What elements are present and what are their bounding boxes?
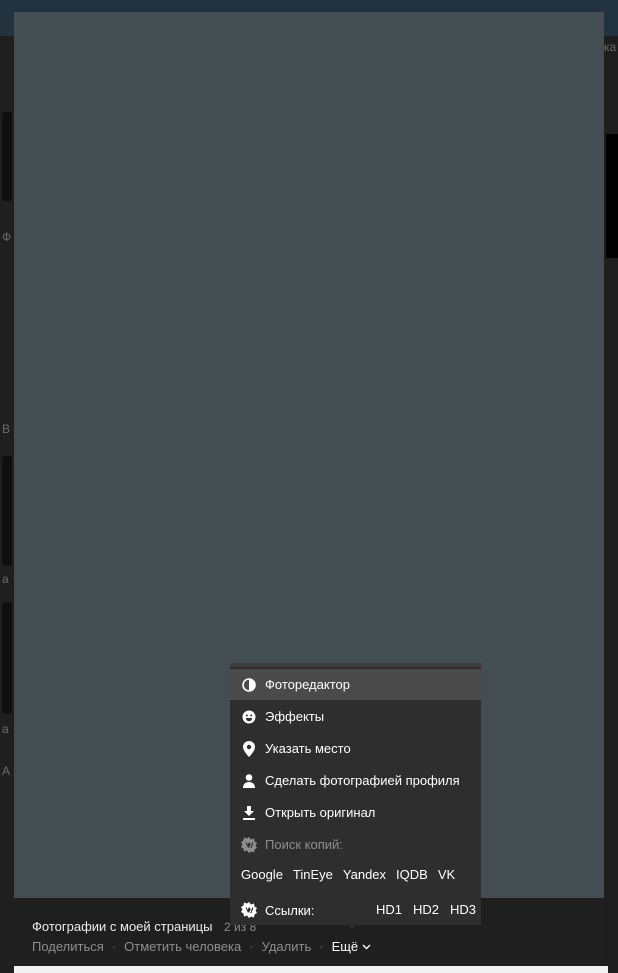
background-thumbnail [2,456,12,566]
share-link[interactable]: Поделиться [32,939,104,954]
photo-actions: Поделиться · Отметить человека · Удалить… [32,939,371,954]
search-engine-vk[interactable]: VK [438,867,455,882]
background-block [606,134,618,258]
delete-link[interactable]: Удалить [262,939,312,954]
background-text-fragment: А [2,764,11,778]
download-icon [241,805,257,821]
album-caption[interactable]: Фотографии с моей страницы [32,919,212,934]
menu-item-set-location[interactable]: Указать место [230,733,481,764]
vk-helper-logo-icon [241,902,257,918]
search-engine-iqdb[interactable]: IQDB [396,867,428,882]
separator-dot: · [249,939,254,954]
hd1-link[interactable]: HD1 [376,902,402,917]
more-menu: Фоторедактор Эффекты Указать место Сдела… [230,663,481,925]
background-text-fragment: ка [604,40,617,54]
menu-item-label: Эффекты [265,709,325,724]
search-engine-google[interactable]: Google [241,867,283,882]
menu-item-open-original[interactable]: Открыть оригинал [230,797,481,828]
search-engine-links: Google TinEye Yandex IQDB VK [241,867,465,882]
background-text-fragment: В [2,422,11,436]
menu-item-label: Указать место [265,741,351,756]
menu-item-label: Фоторедактор [265,677,350,692]
person-icon [241,773,257,789]
separator-dot: · [111,939,117,954]
contrast-icon [241,677,257,693]
tag-person-link[interactable]: Отметить человека [124,939,241,954]
background-left-edge: Ф В а а А [0,36,14,973]
menu-item-label: Сделать фотографией профиля [265,773,460,788]
separator-dot: · [319,939,324,954]
background-text-fragment: а [2,722,9,736]
page-bottom-strip [14,966,608,973]
search-copies-label: Поиск копий: [265,837,343,852]
hd2-link[interactable]: HD2 [413,902,439,917]
search-engine-yandex[interactable]: Yandex [343,867,386,882]
menu-item-effects[interactable]: Эффекты [230,701,481,732]
background-text-fragment: а [2,572,9,586]
smile-icon [241,709,257,725]
background-avatar [2,161,12,201]
menu-item-make-profile-photo[interactable]: Сделать фотографией профиля [230,765,481,796]
search-engine-tineye[interactable]: TinEye [293,867,333,882]
hd3-link[interactable]: HD3 [450,902,476,917]
menu-item-label: Открыть оригинал [265,805,376,820]
links-label: Ссылки: [265,902,315,918]
background-text-fragment: Ф [2,230,12,244]
more-label: Ещё [331,939,359,954]
search-copies-header: Поиск копий: [230,829,481,860]
chevron-down-icon [362,944,371,949]
menu-item-photo-editor[interactable]: Фоторедактор [230,669,481,700]
menu-caret [344,921,360,929]
vk-helper-logo-icon [241,836,257,853]
location-pin-icon [241,740,257,757]
background-thumbnail [2,602,12,714]
background-right-edge: ка [604,36,618,973]
more-button[interactable]: Ещё [332,939,372,954]
